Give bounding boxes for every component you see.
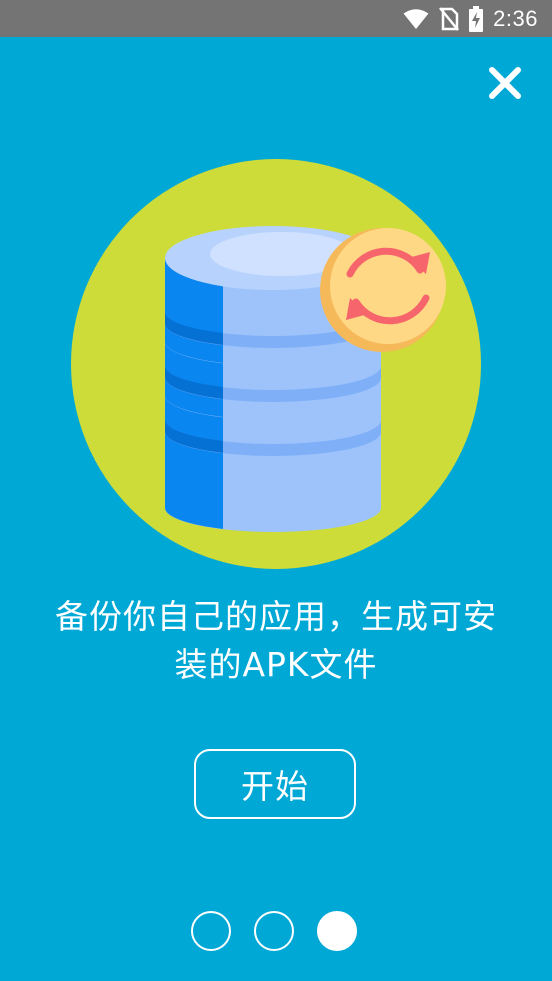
battery-charging-icon bbox=[469, 5, 484, 32]
headline: 备份你自己的应用，生成可安 装的APK文件 bbox=[20, 593, 532, 689]
close-button[interactable] bbox=[480, 60, 530, 110]
status-icons: 2:36 bbox=[403, 0, 538, 37]
headline-line-2: 装的APK文件 bbox=[174, 645, 378, 684]
wifi-icon bbox=[403, 8, 429, 30]
start-button[interactable]: 开始 bbox=[194, 749, 356, 819]
headline-line-1: 备份你自己的应用，生成可安 bbox=[55, 597, 497, 636]
status-bar: 2:36 bbox=[0, 0, 552, 37]
close-icon bbox=[488, 66, 522, 104]
page-indicator bbox=[191, 911, 357, 951]
page-dot-2[interactable] bbox=[254, 911, 294, 951]
no-sim-icon bbox=[439, 6, 460, 31]
status-time: 2:36 bbox=[493, 6, 538, 31]
page-dot-3-active[interactable] bbox=[317, 911, 357, 951]
page-dot-1[interactable] bbox=[191, 911, 231, 951]
database-sync-illustration bbox=[70, 158, 482, 570]
